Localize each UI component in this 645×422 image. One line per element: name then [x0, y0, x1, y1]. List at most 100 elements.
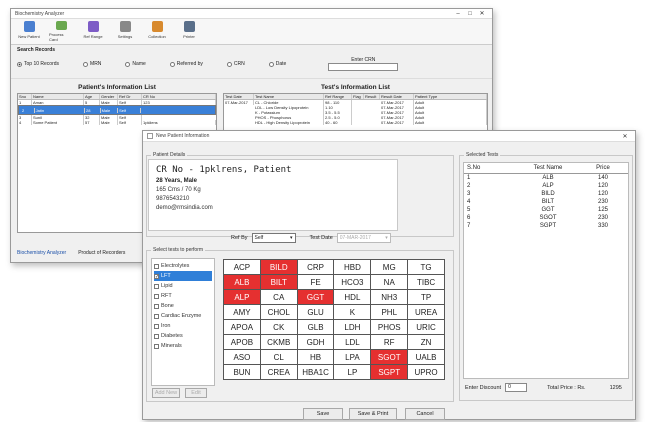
category-item[interactable]: Bone	[154, 301, 212, 311]
test-button[interactable]: TP	[408, 290, 444, 304]
checkbox-icon[interactable]	[154, 303, 159, 309]
selected-tests-table[interactable]: S.No Test Name Price 1 ALB 140 2 ALP 120 3 BILD 120…	[463, 162, 629, 379]
test-button[interactable]: NA	[371, 275, 408, 289]
test-button[interactable]: LP	[334, 365, 371, 379]
test-button[interactable]: LPA	[334, 350, 371, 364]
test-button[interactable]: RF	[371, 335, 408, 349]
test-button[interactable]: CREA	[260, 365, 297, 379]
test-button[interactable]: ASO	[224, 350, 260, 364]
test-button[interactable]: HBD	[334, 260, 371, 274]
test-button[interactable]: HBA1C	[297, 365, 334, 379]
dialog-close-icon[interactable]: ✕	[619, 133, 631, 140]
test-button[interactable]: ALP	[224, 290, 260, 304]
test-button[interactable]: CA	[260, 290, 297, 304]
test-button[interactable]: CK	[260, 320, 297, 334]
test-button[interactable]: FE	[297, 275, 334, 289]
test-button[interactable]: HB	[297, 350, 334, 364]
category-item[interactable]: Diabetes	[154, 331, 212, 341]
table-row[interactable]: 1 ALB 140	[464, 174, 628, 182]
search-option-1[interactable]: MRN	[83, 61, 101, 67]
checkbox-icon[interactable]	[154, 333, 159, 339]
category-item[interactable]: Electrolytes	[154, 261, 212, 271]
table-row[interactable]: 7 SGPT 330	[464, 222, 628, 230]
category-item[interactable]: Cardiac Enzyme	[154, 311, 212, 321]
test-button[interactable]: CRP	[297, 260, 334, 274]
radio-icon[interactable]	[17, 61, 22, 67]
test-button[interactable]: APOB	[224, 335, 260, 349]
radio-icon[interactable]	[125, 61, 131, 67]
checkbox-icon[interactable]	[154, 293, 159, 299]
table-row[interactable]: 2 ALP 120	[464, 182, 628, 190]
radio-icon[interactable]	[83, 61, 89, 67]
radio-icon[interactable]	[226, 61, 232, 67]
test-button[interactable]: PHL	[371, 305, 408, 319]
test-button[interactable]: SGPT	[371, 365, 408, 379]
test-button[interactable]: GGT	[297, 290, 334, 304]
test-button[interactable]: LDL	[334, 335, 371, 349]
test-button[interactable]: HCO3	[334, 275, 371, 289]
test-button[interactable]: MG	[371, 260, 408, 274]
test-button[interactable]: UALB	[408, 350, 444, 364]
search-option-4[interactable]: CRN	[226, 61, 245, 67]
table-row[interactable]: 4 Some Patient 57 Male Self 1pkliens	[18, 120, 216, 125]
radio-icon[interactable]	[268, 61, 274, 67]
test-button[interactable]: BILD	[260, 260, 297, 274]
test-button[interactable]: PHOS	[371, 320, 408, 334]
table-row[interactable]: 4 BILT 230	[464, 198, 628, 206]
toolbar-button-1[interactable]: Process Card	[49, 21, 73, 42]
search-option-2[interactable]: Name	[125, 61, 146, 67]
add-new-button[interactable]: Add New	[152, 388, 180, 398]
test-button[interactable]: AMY	[224, 305, 260, 319]
test-date-picker[interactable]: 07-MAR-2017 ▾	[336, 233, 391, 243]
category-item[interactable]: Lipid	[154, 281, 212, 291]
test-button[interactable]: BILT	[260, 275, 297, 289]
test-category-list[interactable]: Electrolytes ✓ LFT Lipid RFT Bone Cardiac Enzy…	[151, 258, 215, 386]
table-row[interactable]: 6 SGOT 230	[464, 214, 628, 222]
test-button[interactable]: CL	[260, 350, 297, 364]
search-option-3[interactable]: Referred by	[169, 61, 203, 67]
cancel-button[interactable]: Cancel	[405, 408, 445, 420]
test-button[interactable]: GLU	[297, 305, 334, 319]
test-button[interactable]: LDH	[334, 320, 371, 334]
ref-by-select[interactable]: Self ▾	[251, 233, 296, 243]
checkbox-icon[interactable]	[154, 343, 159, 349]
table-row[interactable]: 2 Jatin 28 Male Self	[18, 105, 216, 115]
toolbar-button-2[interactable]: Ref Range	[81, 21, 105, 42]
toolbar-button-0[interactable]: New Patient	[17, 21, 41, 42]
checkbox-icon[interactable]	[154, 263, 159, 269]
toolbar-button-4[interactable]: Collection	[145, 21, 169, 42]
checkbox-icon[interactable]: ✓	[154, 273, 159, 279]
maximize-icon[interactable]: □	[464, 11, 476, 17]
edit-button[interactable]: Edit	[185, 388, 207, 398]
enter-crn-input[interactable]	[328, 63, 399, 71]
save-print-button[interactable]: Save & Print	[349, 408, 397, 420]
test-button[interactable]: TG	[408, 260, 444, 274]
test-button[interactable]: SGOT	[371, 350, 408, 364]
category-item[interactable]: RFT	[154, 291, 212, 301]
checkbox-icon[interactable]	[154, 323, 159, 329]
test-button[interactable]: ALB	[224, 275, 260, 289]
test-button[interactable]: URIC	[408, 320, 444, 334]
test-button[interactable]: TIBC	[408, 275, 444, 289]
test-button[interactable]: GLB	[297, 320, 334, 334]
toolbar-button-3[interactable]: Settings	[113, 21, 137, 42]
test-button[interactable]: K	[334, 305, 371, 319]
table-row[interactable]: 3 BILD 120	[464, 190, 628, 198]
save-button[interactable]: Save	[303, 408, 343, 420]
test-button[interactable]: CKMB	[260, 335, 297, 349]
test-button[interactable]: CHOL	[260, 305, 297, 319]
minimize-icon[interactable]: –	[452, 11, 464, 17]
checkbox-icon[interactable]	[154, 283, 159, 289]
test-button[interactable]: NH3	[371, 290, 408, 304]
close-icon[interactable]: ✕	[476, 10, 488, 17]
test-button[interactable]: UREA	[408, 305, 444, 319]
search-option-0[interactable]: Top 10 Records	[17, 61, 59, 67]
checkbox-icon[interactable]	[154, 313, 159, 319]
test-button[interactable]: HDL	[334, 290, 371, 304]
table-row[interactable]: 1 Aman 5 Male Self 123	[18, 100, 216, 105]
discount-input[interactable]: 0	[505, 383, 528, 392]
category-item[interactable]: Iron	[154, 321, 212, 331]
table-row[interactable]: 5 GGT 125	[464, 206, 628, 214]
search-option-5[interactable]: Date	[268, 61, 286, 67]
radio-icon[interactable]	[169, 61, 175, 67]
